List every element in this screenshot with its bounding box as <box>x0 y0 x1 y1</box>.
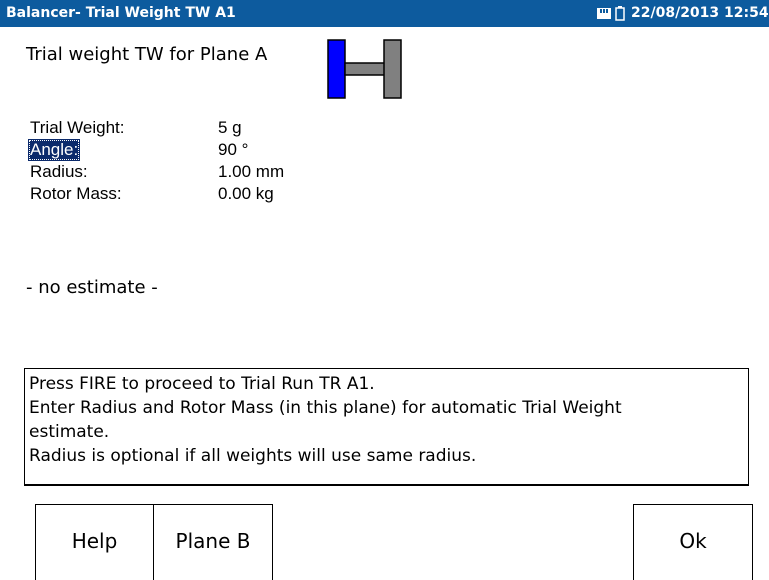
radius-field[interactable]: 1.00 mm <box>218 161 284 183</box>
message-line: Radius is optional if all weights will u… <box>29 446 477 466</box>
rotor-plane-a-icon <box>327 39 402 99</box>
help-message-box: Press FIRE to proceed to Trial Run TR A1… <box>24 368 749 486</box>
battery-icon <box>615 6 625 21</box>
rotor-mass-label: Rotor Mass: <box>30 184 122 203</box>
trial-weight-field[interactable]: 5 g <box>218 117 242 139</box>
datetime: 22/08/2013 12:54 <box>631 5 769 21</box>
help-button[interactable]: Help <box>35 504 154 580</box>
rotor-mass-field[interactable]: 0.00 kg <box>218 183 274 205</box>
window-title: Balancer- Trial Weight TW A1 <box>6 5 236 21</box>
title-bar: Balancer- Trial Weight TW A1 22/08/2013 … <box>0 0 769 27</box>
message-line: Press FIRE to proceed to Trial Run TR A1… <box>29 374 375 394</box>
ok-button[interactable]: Ok <box>633 504 753 580</box>
message-line: estimate. <box>29 422 110 442</box>
angle-label[interactable]: Angle: <box>28 139 81 161</box>
status-area: 22/08/2013 12:54 <box>597 0 769 27</box>
page-title: Trial weight TW for Plane A <box>26 44 268 65</box>
message-line: Enter Radius and Rotor Mass (in this pla… <box>29 398 622 418</box>
memory-card-icon <box>597 8 611 19</box>
trial-weight-label: Trial Weight: <box>30 118 125 137</box>
radius-label: Radius: <box>30 162 88 181</box>
plane-b-button[interactable]: Plane B <box>153 504 273 580</box>
estimate-text: - no estimate - <box>26 277 158 298</box>
angle-field[interactable]: 90 ° <box>218 139 248 161</box>
screen: Balancer- Trial Weight TW A1 22/08/2013 … <box>0 0 769 580</box>
